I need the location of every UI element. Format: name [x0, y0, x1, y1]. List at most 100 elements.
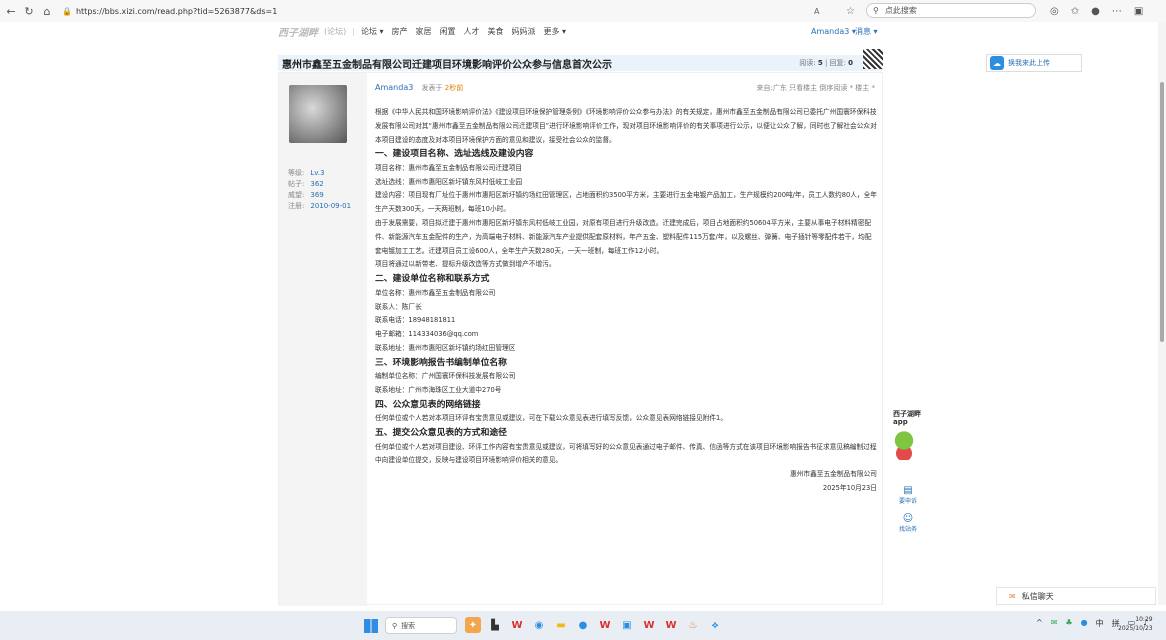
image-app-icon[interactable]: ▣: [619, 617, 635, 633]
appeal-label: 要申诉: [898, 498, 917, 505]
browser-app-icon[interactable]: ◉: [531, 617, 547, 633]
body-paragraph: 2025年10月23日: [822, 484, 877, 493]
nav-more[interactable]: 更多 ▾: [544, 26, 567, 37]
contact-staff-button[interactable]: ☺ 找站务: [893, 513, 923, 533]
back-icon[interactable]: ←: [4, 4, 18, 18]
page-content: 西子湖畔 (论坛) | 论坛 ▾ 房产 家居 闲置 人才 美食 妈妈派 更多 ▾…: [0, 22, 1166, 606]
user-menu[interactable]: Amanda3 ▾: [811, 27, 856, 36]
browser-search-box[interactable]: ⚲ 点此搜索: [866, 3, 1036, 18]
search-icon: ⚲: [873, 6, 879, 15]
body-paragraph: 项目名称：惠州市鑫至五金制品有限公司迁建项目: [375, 163, 523, 172]
chrome-icon[interactable]: ●: [575, 617, 591, 633]
wps-icon-3[interactable]: W: [641, 617, 657, 633]
taskbar-search[interactable]: ⚲ 搜索: [385, 617, 457, 634]
views-label: 阅读:: [799, 59, 816, 67]
browser-toolbar: ← ↻ ⌂ 🔒 https://bbs.xizi.com/read.php?ti…: [0, 0, 1166, 22]
author-name[interactable]: Amanda3: [375, 83, 413, 92]
body-paragraph: 选址选线：惠州市惠阳区新圩镇东风村低岐工业园: [375, 177, 523, 186]
qr-code-icon[interactable]: [863, 49, 883, 69]
tray-wechat-icon[interactable]: ✉: [1051, 618, 1058, 629]
tray-chevron-icon[interactable]: ^: [1036, 618, 1043, 629]
mascot-icon: [893, 430, 915, 460]
copilot-icon[interactable]: ◎: [1050, 6, 1059, 17]
cloud-upload-icon: ☁: [990, 56, 1004, 70]
post-container: 等级: Lv.3 帖子: 362 威望: 369 注册: 2010-09-01 Aman…: [278, 72, 883, 606]
home-icon[interactable]: ⌂: [40, 4, 54, 18]
browser-search-placeholder: 点此搜索: [884, 6, 917, 15]
nav-jobs[interactable]: 人才: [464, 26, 480, 37]
avatar[interactable]: [289, 85, 347, 143]
app-promo[interactable]: 西子湖畔 app: [893, 410, 923, 460]
tray-lang[interactable]: 中: [1096, 618, 1104, 629]
task-view-icon[interactable]: ▙: [487, 617, 503, 633]
section-heading: 一、建设项目名称、选址选线及建设内容: [375, 149, 534, 160]
nav-realestate[interactable]: 房产: [392, 26, 408, 37]
taskbar-search-label: 搜索: [401, 621, 416, 630]
replies-count: 0: [848, 59, 853, 67]
author-meta: 等级: Lv.3 帖子: 362 威望: 369 注册: 2010-09-01: [288, 168, 351, 212]
windows-start-icon[interactable]: [364, 619, 378, 633]
thread-title-bar: 惠州市鑫至五金制品有限公司迁建项目环境影响评价公众参与信息首次公示 阅读: 5 …: [278, 49, 883, 71]
nav-moms[interactable]: 妈妈派: [512, 26, 536, 37]
views-count: 5: [817, 59, 823, 67]
body-paragraph: 联系地址：惠州市惠阳区新圩镇约场红田管理区: [375, 343, 516, 352]
file-explorer-icon[interactable]: ▬: [553, 617, 569, 633]
body-paragraph: 任何单位或个人若对本项目环评有宝贵意见或建议，可在下载公众意见表进行填写反馈，公…: [375, 414, 728, 423]
app-label-line1: 西子湖畔: [893, 410, 921, 418]
body-paragraph: 项目将通过以新带老、提标升级改造等方式做到增产不增污。: [375, 260, 556, 269]
page-scrollbar[interactable]: [1158, 22, 1166, 605]
meta-registered: 注册: 2010-09-01: [288, 202, 352, 210]
post-header-links[interactable]: 来自:广东 只看楼主 倒序阅读 * 楼主 *: [757, 83, 875, 93]
document-icon: ▤: [903, 485, 913, 496]
sidebar-icon[interactable]: ▣: [1134, 6, 1143, 17]
nav-secondhand[interactable]: 闲置: [440, 26, 456, 37]
messages-menu[interactable]: 消息 ▾: [855, 26, 878, 37]
read-aloud-icon[interactable]: A: [814, 7, 819, 16]
section-heading: 二、建设单位名称和联系方式: [375, 274, 490, 285]
section-heading: 四、公众意见表的网络链接: [375, 399, 481, 410]
lock-icon: 🔒: [62, 6, 72, 16]
replies-label: 回复:: [829, 59, 846, 67]
browser-right-icons: ◎ ✩ ● ⋯ ▣: [1050, 6, 1143, 17]
network-app-icon[interactable]: ⟡: [707, 617, 723, 633]
wps-icon-2[interactable]: W: [597, 617, 613, 633]
nav-divider: |: [352, 26, 355, 36]
taskbar-clock[interactable]: 10:29 2025/10/23: [1118, 615, 1153, 633]
profile-icon[interactable]: ●: [1091, 6, 1100, 17]
taskbar: ⚲ 搜索 ✦ ▙ W ◉ ▬ ● W ▣ W W ♨ ⟡ ^ ✉ ♣ ● 中 拼…: [0, 611, 1166, 640]
address-bar[interactable]: 🔒 https://bbs.xizi.com/read.php?tid=5263…: [62, 3, 522, 19]
post-header: Amanda3 发表于 2秒前 来自:广东 只看楼主 倒序阅读 * 楼主 *: [375, 83, 875, 93]
app-label-line2: app: [893, 418, 908, 426]
wps-icon-4[interactable]: W: [663, 617, 679, 633]
widgets-icon[interactable]: ✦: [465, 617, 481, 633]
refresh-icon[interactable]: ↻: [22, 4, 36, 18]
tray-app-icon[interactable]: ♣: [1065, 618, 1072, 629]
private-chat-button[interactable]: ✉ 私信聊天: [996, 587, 1156, 605]
body-paragraph: 编制单位名称：广州国寰环保科技发展有限公司: [375, 372, 516, 381]
scrollbar-thumb[interactable]: [1160, 82, 1164, 342]
nav-forum[interactable]: 论坛 ▾: [361, 26, 384, 37]
upload-button[interactable]: ☁ 换我来此上传: [986, 54, 1082, 72]
favorite-star-icon[interactable]: ☆: [846, 6, 855, 17]
wps-icon[interactable]: W: [509, 617, 525, 633]
nav-home[interactable]: 家居: [416, 26, 432, 37]
favorites-icon[interactable]: ✩: [1071, 6, 1079, 17]
site-logo-sub: (论坛): [324, 26, 347, 36]
url-text: https://bbs.xizi.com/read.php?tid=526387…: [75, 6, 278, 16]
meta-level: 等级: Lv.3: [288, 169, 325, 177]
body-paragraph: 惠州市鑫至五金制品有限公司: [790, 470, 877, 479]
taskbar-apps: ✦ ▙ W ◉ ▬ ● W ▣ W W ♨ ⟡: [465, 617, 723, 633]
body-paragraph: 根据《中华人民共和国环境影响评价法》《建设项目环境保护管理条例》《环境影响评价公…: [375, 108, 877, 144]
section-heading: 五、提交公众意见表的方式和途径: [375, 428, 507, 439]
appeal-button[interactable]: ▤ 要申诉: [893, 485, 923, 505]
body-paragraph: 单位名称：惠州市鑫至五金制品有限公司: [375, 288, 496, 297]
site-logo[interactable]: 西子湖畔: [278, 24, 318, 39]
more-icon[interactable]: ⋯: [1112, 6, 1122, 17]
firefox-icon[interactable]: ♨: [685, 617, 701, 633]
side-tools: ▤ 要申诉 ☺ 找站务: [893, 485, 923, 541]
tray-info-icon[interactable]: ●: [1081, 618, 1088, 629]
body-paragraph: 由于发展需要，项目拟迁建于惠州市惠阳区新圩镇东风村低岐工业园，对原有项目进行升级…: [375, 219, 872, 255]
post-body: 根据《中华人民共和国环境影响评价法》《建设项目环境保护管理条例》《环境影响评价公…: [375, 106, 877, 496]
nav-food[interactable]: 美食: [488, 26, 504, 37]
clock-date: 2025/10/23: [1118, 625, 1153, 632]
